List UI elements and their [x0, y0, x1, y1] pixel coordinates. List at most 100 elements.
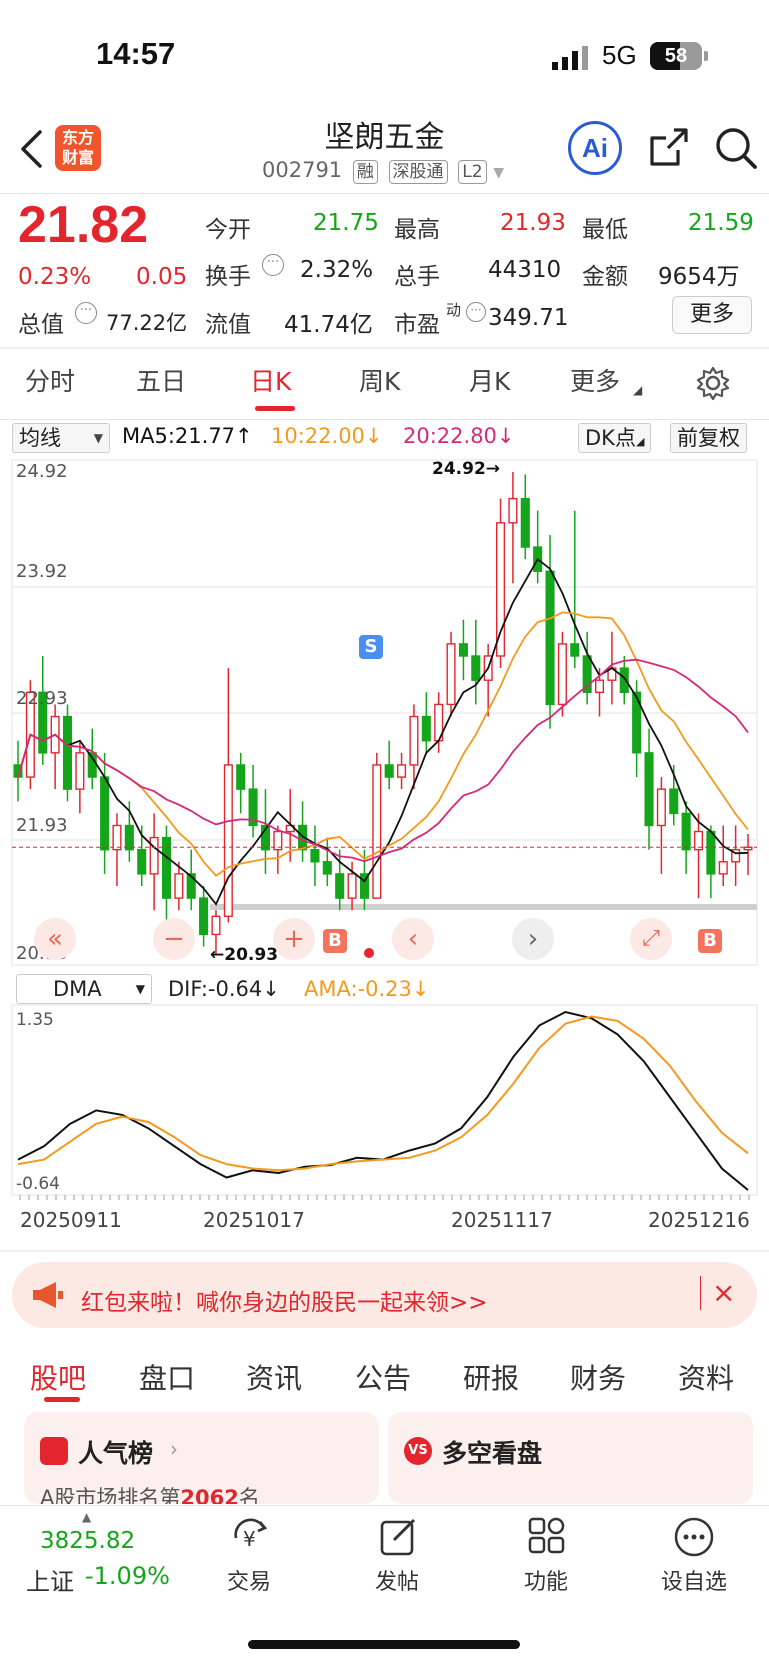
pe-superscript: 动 — [446, 301, 462, 319]
index-change[interactable]: -1.09% — [85, 1562, 170, 1590]
dk-points-button[interactable]: DK点◢ — [578, 423, 652, 453]
candle-body — [100, 776, 110, 851]
candle-body — [471, 655, 481, 681]
fullscreen-button[interactable]: ⤢ — [630, 918, 672, 960]
rewind-button[interactable]: « — [34, 918, 76, 960]
candle-body — [644, 752, 654, 827]
total-cap-label: 总值 — [18, 312, 64, 338]
high-label: 最高 — [394, 217, 440, 243]
stock-code-row[interactable]: 002791 融 深股通 L2 ▼ — [262, 158, 504, 184]
ma-selector[interactable]: 均线 ▼ — [12, 423, 110, 453]
candle-body — [149, 836, 159, 875]
info-icon[interactable]: ··· — [466, 302, 486, 322]
nav-function-label[interactable]: 功能 — [491, 1564, 601, 1596]
close-icon[interactable]: × — [712, 1276, 735, 1309]
last-price: 21.82 — [18, 196, 149, 254]
dma-selector[interactable]: DMA ▼ — [16, 974, 152, 1004]
tag-connect: 深股通 — [388, 160, 448, 184]
ama-value: AMA:-0.23↓ — [304, 977, 430, 1001]
zoom-out-button[interactable]: − — [153, 918, 195, 960]
caret-icon: ◢ — [635, 435, 645, 448]
settings-gear-icon[interactable] — [695, 365, 731, 401]
edit-icon[interactable] — [378, 1516, 420, 1558]
tab-monthly-k[interactable]: 月K — [469, 362, 510, 398]
tab-news[interactable]: 资讯 — [246, 1357, 302, 1397]
buy-signal-icon[interactable]: B — [698, 929, 722, 953]
search-icon[interactable] — [714, 126, 758, 170]
y-label: 22.93 — [16, 688, 68, 709]
grid-icon[interactable] — [527, 1516, 567, 1556]
candle-body — [211, 915, 221, 936]
tab-five-day[interactable]: 五日 — [136, 362, 186, 398]
candle-body — [718, 861, 728, 875]
index-value[interactable]: 3825.82 — [40, 1528, 135, 1554]
buy-signal-icon[interactable]: B — [323, 929, 347, 953]
info-icon[interactable]: ··· — [75, 302, 97, 324]
candle-body — [545, 570, 555, 706]
ma20-value: 20:22.80↓ — [403, 424, 515, 448]
info-icon[interactable]: ··· — [262, 254, 284, 276]
prev-button[interactable]: ‹ — [392, 918, 434, 960]
dif-line — [17, 1010, 749, 1191]
candle-body — [669, 788, 679, 815]
ama-line — [17, 1015, 749, 1172]
turnover-label: 换手 — [205, 264, 251, 290]
more-dots-icon[interactable] — [673, 1516, 715, 1558]
nav-trade-label[interactable]: 交易 — [194, 1564, 304, 1596]
y-label: 21.93 — [16, 815, 68, 836]
nav-add-watch-label[interactable]: 设自选 — [639, 1564, 749, 1596]
tab-profile[interactable]: 资料 — [678, 1357, 734, 1397]
dma-selector-label: DMA — [53, 977, 102, 1001]
tab-pankou[interactable]: 盘口 — [139, 1357, 195, 1397]
vs-icon: VS — [404, 1437, 432, 1465]
candle-body — [174, 873, 184, 899]
ai-button[interactable]: Ai — [568, 121, 622, 175]
home-indicator — [248, 1640, 520, 1649]
caret-up-icon: ▲ — [82, 1510, 92, 1524]
candle-body — [496, 522, 506, 657]
rank-suffix: 名 — [238, 1486, 260, 1504]
megaphone-icon — [33, 1282, 63, 1308]
index-name[interactable]: 上证 — [26, 1562, 74, 1597]
next-button[interactable]: › — [512, 918, 554, 960]
candle-body — [557, 643, 567, 706]
candle-body — [112, 824, 122, 851]
tab-more[interactable]: 更多 — [570, 362, 620, 398]
open-label: 今开 — [205, 217, 251, 243]
yen-cycle-icon[interactable]: ¥ — [228, 1516, 274, 1558]
candle-body — [421, 715, 431, 742]
candle-body — [508, 497, 518, 524]
tab-daily-k[interactable]: 日K — [250, 362, 291, 398]
bull-bear-title: 多空看盘 — [442, 1439, 543, 1468]
adjust-button[interactable]: 前复权 — [670, 423, 747, 453]
tab-intraday[interactable]: 分时 — [25, 362, 75, 398]
candle-body — [372, 764, 382, 899]
candle-body — [124, 824, 134, 851]
tab-finance[interactable]: 财务 — [570, 1357, 626, 1397]
popularity-title: 人气榜 — [78, 1439, 154, 1468]
candle-body — [236, 764, 246, 790]
tab-weekly-k[interactable]: 周K — [359, 362, 400, 398]
tab-announcements[interactable]: 公告 — [355, 1357, 411, 1397]
kline-chart[interactable] — [0, 455, 769, 1255]
candle-body — [706, 830, 716, 875]
dk-points-label: DK点 — [585, 426, 636, 450]
more-quote-button[interactable]: 更多 — [672, 296, 752, 334]
chevron-down-icon: ▼ — [135, 982, 145, 996]
candle-body — [409, 715, 419, 766]
dma-y-min: -0.64 — [16, 1174, 60, 1194]
candle-body — [347, 873, 357, 899]
tab-guba[interactable]: 股吧 — [30, 1357, 86, 1397]
zoom-in-button[interactable]: + — [273, 918, 315, 960]
nav-post-label[interactable]: 发帖 — [342, 1564, 452, 1596]
tab-research[interactable]: 研报 — [463, 1357, 519, 1397]
record-dot — [364, 948, 374, 958]
dif-value: DIF:-0.64↓ — [168, 977, 280, 1001]
ma-selector-label: 均线 — [19, 426, 61, 450]
share-icon[interactable] — [648, 126, 690, 168]
float-cap-value: 41.74亿 — [284, 312, 373, 338]
sell-signal-icon[interactable]: S — [359, 635, 383, 659]
network-type: 5G — [602, 40, 637, 70]
banner-text[interactable]: 红包来啦！喊你身边的股民一起来领>> — [81, 1283, 488, 1317]
candle-body — [570, 643, 580, 657]
